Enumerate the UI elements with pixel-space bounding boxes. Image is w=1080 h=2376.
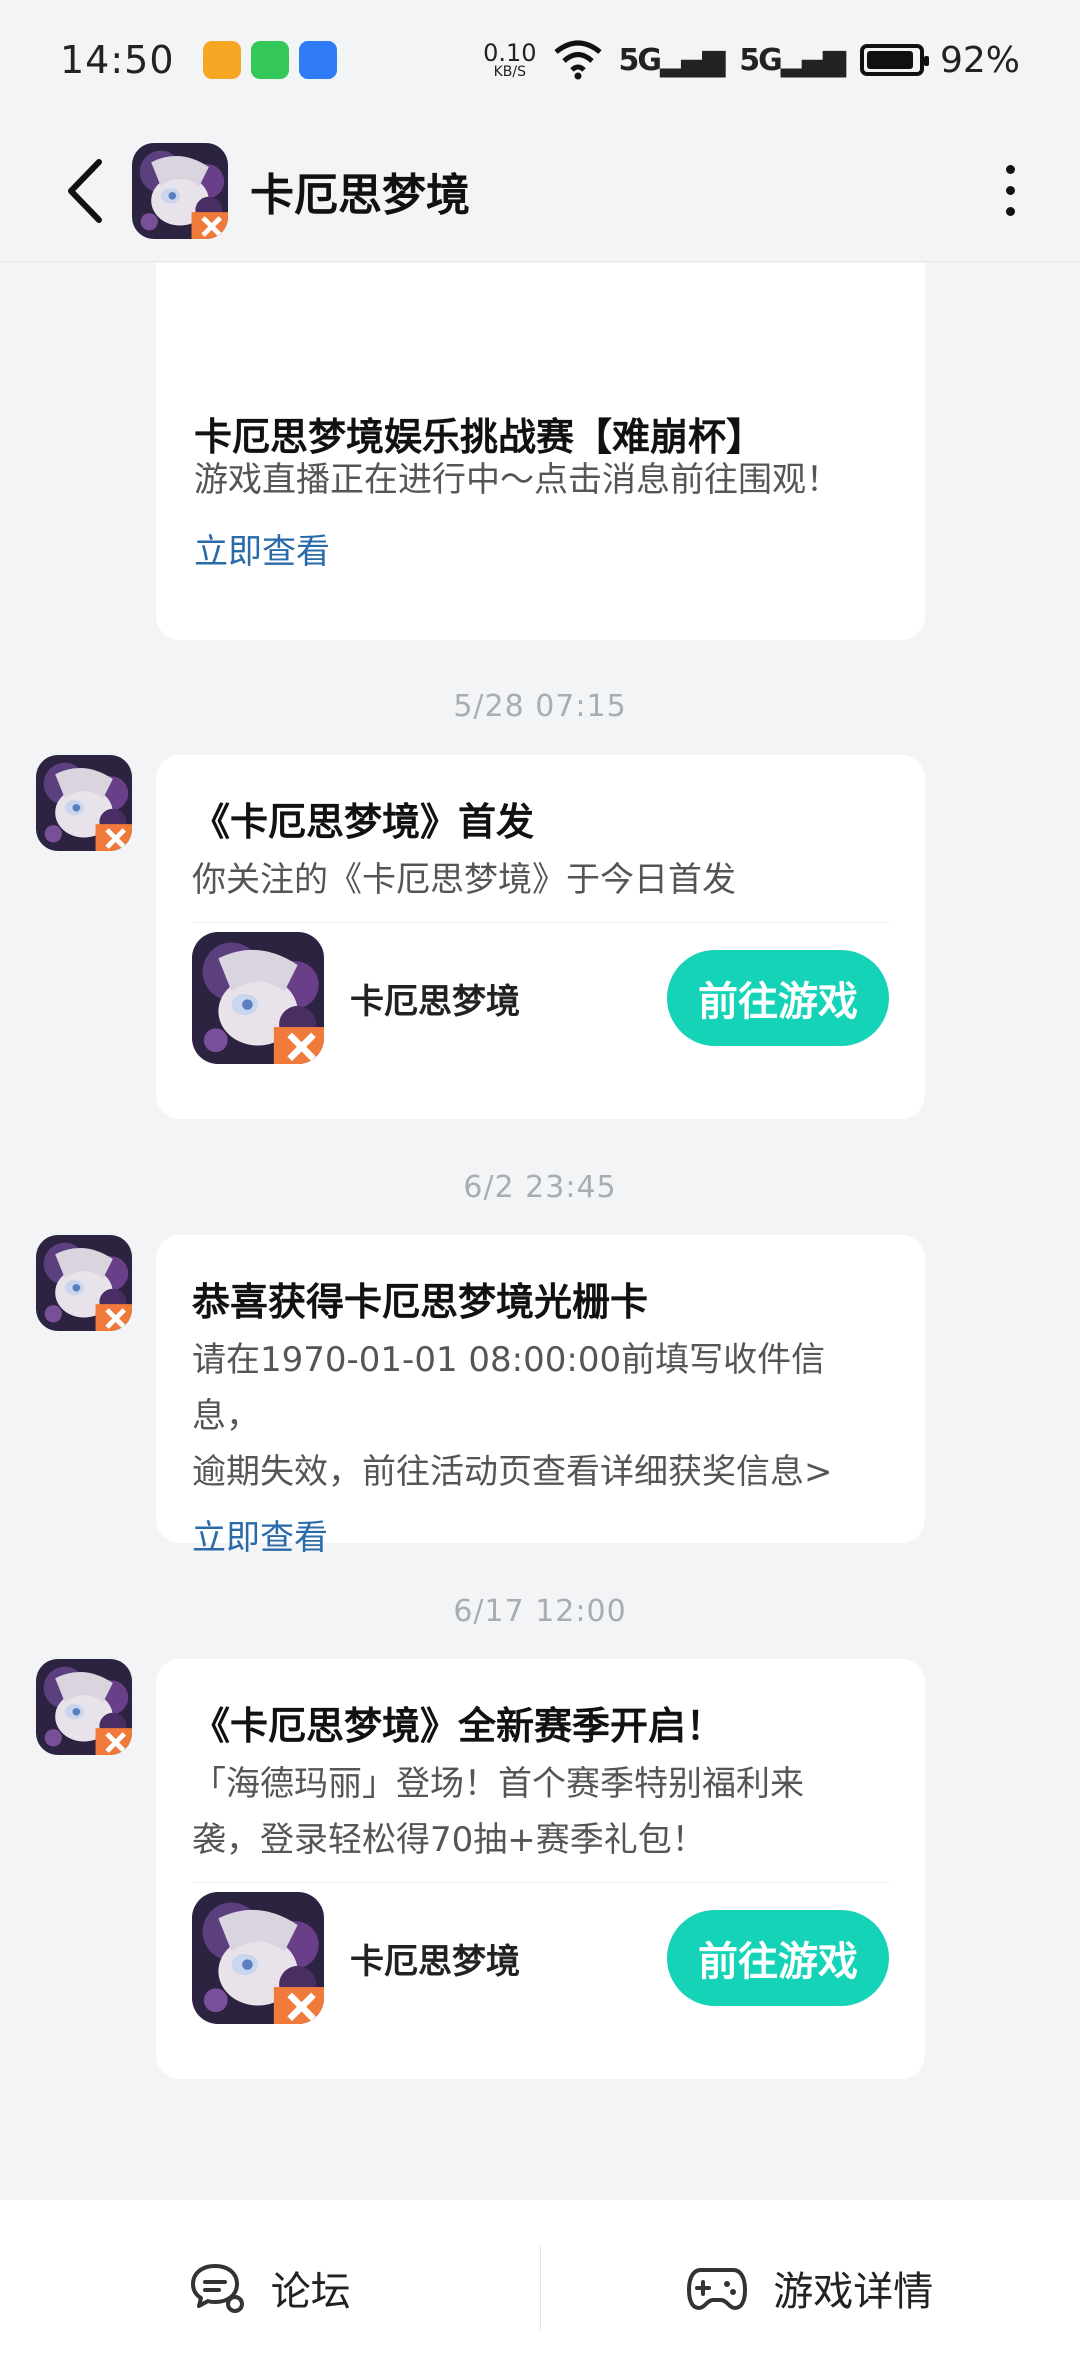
forum-tab[interactable]: 论坛 xyxy=(0,2200,540,2376)
sync-app-icon xyxy=(298,41,337,79)
sender-avatar[interactable] xyxy=(36,755,132,851)
header-title: 卡厄思梦境 xyxy=(250,169,470,221)
message-feed[interactable]: 卡厄思梦境娱乐挑战赛【难崩杯】 游戏直播正在进行中～点击消息前往围观！ 立即查看… xyxy=(0,263,1080,2200)
message-card[interactable]: 恭喜获得卡厄思梦境光栅卡 请在1970-01-01 08:00:00前填写收件信… xyxy=(156,1235,925,1558)
message-timestamp: 6/2 23:45 xyxy=(463,1170,617,1205)
game-avatar[interactable] xyxy=(132,143,228,239)
video-app-icon xyxy=(202,41,241,79)
message-card[interactable]: 《卡厄思梦境》首发 你关注的《卡厄思梦境》于今日首发 卡厄思梦境 前往游戏 xyxy=(156,755,925,1119)
message-body: 游戏直播正在进行中～点击消息前往围观！ xyxy=(194,460,840,500)
message-title: 《卡厄思梦境》全新赛季开启！ xyxy=(192,1704,725,1748)
game-row: 卡厄思梦境 前往游戏 xyxy=(192,1883,889,2033)
more-vertical-icon xyxy=(1005,165,1015,174)
wifi-icon xyxy=(553,40,602,80)
message-title: 恭喜获得卡厄思梦境光栅卡 xyxy=(192,1280,649,1324)
message-body-line1: 请在1970-01-01 08:00:00前填写收件信息， xyxy=(192,1340,826,1436)
status-right: 0.10 KB/S 5G▂▄▆ 5G▂▄▆ 92% xyxy=(483,40,1020,81)
signal-5g-icon-2: 5G▂▄▆ xyxy=(739,42,846,78)
chevron-left-icon xyxy=(68,158,102,223)
battery-icon xyxy=(859,44,929,76)
sender-avatar[interactable] xyxy=(36,1659,132,1755)
message-body-line2: 袭，登录轻松得70抽+赛季礼包！ xyxy=(192,1820,706,1860)
message-card[interactable]: 《卡厄思梦境》全新赛季开启！ 「海德玛丽」登场！首个赛季特别福利来 袭，登录轻松… xyxy=(156,1659,925,2079)
status-app-icons xyxy=(202,41,337,79)
net-speed-value: 0.10 xyxy=(483,39,537,67)
message-card[interactable]: 卡厄思梦境娱乐挑战赛【难崩杯】 游戏直播正在进行中～点击消息前往围观！ 立即查看 xyxy=(156,263,925,640)
back-button[interactable] xyxy=(40,146,130,236)
game-details-tab[interactable]: 游戏详情 xyxy=(541,2200,1080,2376)
net-speed: 0.10 KB/S xyxy=(483,41,536,79)
message-timestamp: 5/28 07:15 xyxy=(453,689,627,724)
signal-5g-icon-1: 5G▂▄▆ xyxy=(618,42,726,78)
game-name: 卡厄思梦境 xyxy=(350,1941,520,1982)
view-now-link[interactable]: 立即查看 xyxy=(192,1510,889,1559)
chat-app-icon xyxy=(250,41,289,79)
go-to-game-button[interactable]: 前往游戏 xyxy=(667,950,889,1046)
go-to-game-button[interactable]: 前往游戏 xyxy=(667,1910,889,2006)
message-body-line1: 「海德玛丽」登场！首个赛季特别福利来 xyxy=(192,1764,804,1804)
game-icon[interactable] xyxy=(192,1892,324,2024)
sender-avatar[interactable] xyxy=(36,1235,132,1331)
more-options-button[interactable] xyxy=(980,146,1040,236)
net-speed-unit: KB/S xyxy=(493,64,527,80)
message-title: 《卡厄思梦境》首发 xyxy=(192,800,535,844)
status-time: 14:50 xyxy=(60,38,175,82)
chat-header: 卡厄思梦境 xyxy=(0,120,1080,262)
gamepad-icon xyxy=(687,2268,748,2310)
message-body: 你关注的《卡厄思梦境》于今日首发 xyxy=(192,860,736,900)
game-name: 卡厄思梦境 xyxy=(350,981,520,1022)
view-now-link[interactable]: 立即查看 xyxy=(194,524,330,573)
bottom-nav: 论坛 游戏详情 xyxy=(0,2200,1080,2376)
message-timestamp: 6/17 12:00 xyxy=(453,1594,627,1629)
message-body-line2[interactable]: 逾期失效，前往活动页查看详细获奖信息> xyxy=(192,1444,889,1500)
status-bar: 14:50 0.10 KB/S 5G▂▄▆ 5G▂▄▆ 92% xyxy=(0,0,1080,120)
battery-fill xyxy=(866,51,913,69)
game-details-label: 游戏详情 xyxy=(773,2269,934,2315)
forum-icon xyxy=(190,2264,244,2313)
forum-label: 论坛 xyxy=(270,2269,351,2315)
game-icon[interactable] xyxy=(192,932,324,1064)
battery-percent: 92% xyxy=(939,39,1020,81)
game-row: 卡厄思梦境 前往游戏 xyxy=(192,923,889,1073)
